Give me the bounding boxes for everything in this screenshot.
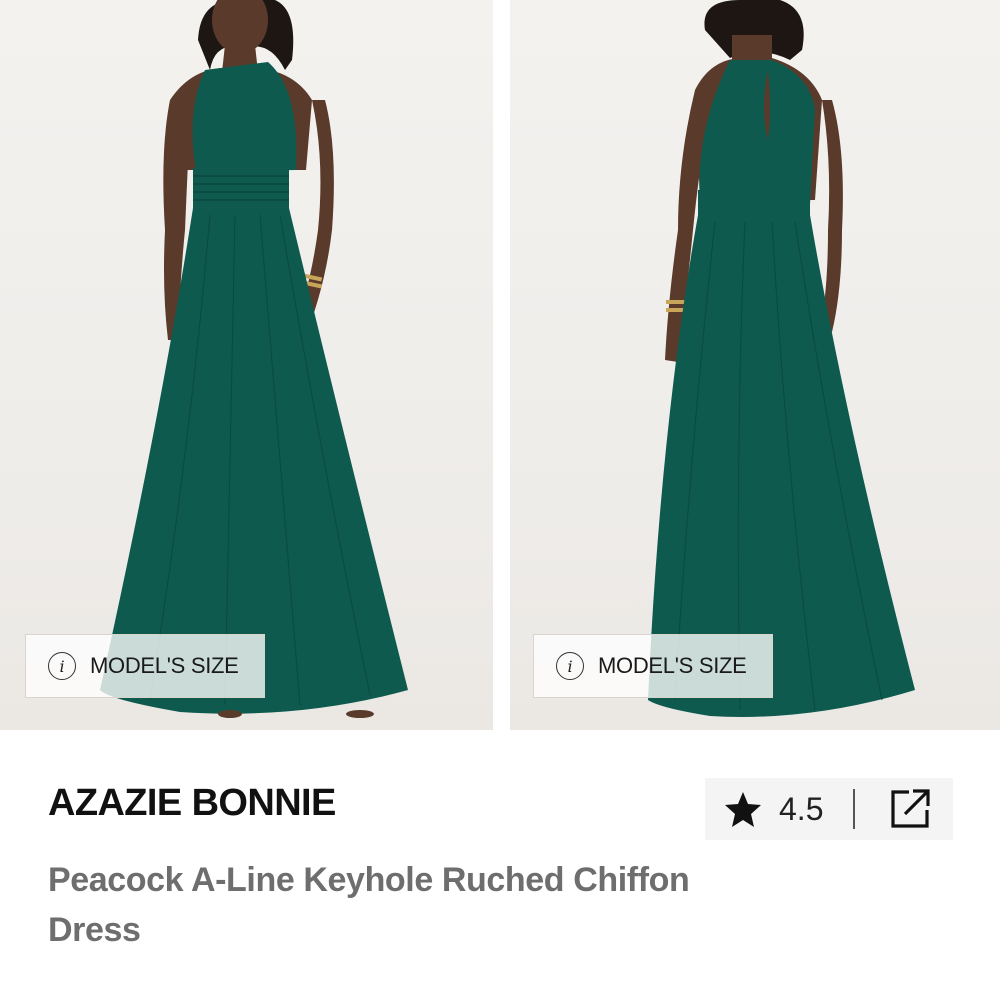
rating-value[interactable]: 4.5 [779,791,823,828]
rating-share-bar: 4.5 [705,778,953,840]
model-size-button-front[interactable]: i MODEL'S SIZE [25,634,265,698]
product-photo-back[interactable]: i MODEL'S SIZE [510,0,1000,730]
model-size-label: MODEL'S SIZE [598,653,747,678]
product-name: Peacock A-Line Keyhole Ruched Chiffon Dr… [48,861,690,949]
divider [853,789,856,829]
product-image-gallery: i MODEL'S SIZE i MODEL'S SIZE [0,0,1000,730]
star-icon [725,792,761,827]
info-icon: i [48,652,76,680]
model-size-label: MODEL'S SIZE [90,653,239,678]
product-photo-front[interactable]: i MODEL'S SIZE [0,0,493,730]
info-icon: i [556,652,584,680]
share-external-icon[interactable] [887,786,933,832]
product-brand[interactable]: AZAZIE BONNIE [48,782,336,825]
dress-back-illustration [648,0,915,717]
dress-front-illustration [100,0,408,718]
model-size-button-back[interactable]: i MODEL'S SIZE [533,634,773,698]
